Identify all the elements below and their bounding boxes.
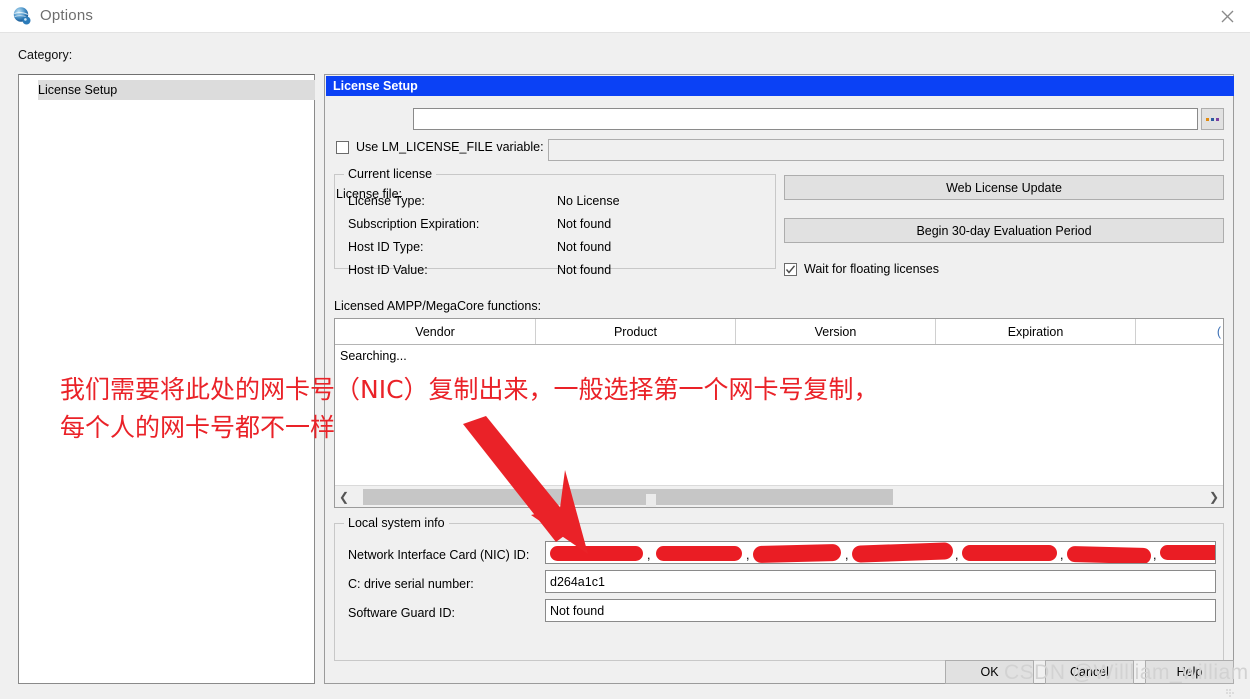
dot-3-icon [1216, 117, 1219, 121]
redaction-blob [962, 545, 1057, 561]
column-header-version[interactable]: Version [736, 319, 936, 344]
panel-title: License Setup [326, 76, 1234, 96]
use-lm-license-file-label: Use LM_LICENSE_FILE variable: [356, 140, 544, 154]
sidebar-item-label: License Setup [38, 83, 118, 97]
wait-floating-licenses-row[interactable]: Wait for floating licenses [784, 262, 939, 276]
subscription-expiration-value: Not found [557, 217, 612, 231]
scrollbar-grip [646, 493, 656, 507]
software-guard-id-input[interactable]: Not found [545, 599, 1216, 622]
chevron-right-icon[interactable]: ❯ [1205, 490, 1223, 504]
redaction-blob [550, 546, 643, 561]
wait-floating-licenses-checkbox[interactable] [784, 262, 797, 276]
software-guard-id-label: Software Guard ID: [348, 606, 455, 620]
window-title: Options [40, 7, 94, 24]
column-header-expiration[interactable]: Expiration [936, 319, 1136, 344]
begin-evaluation-button[interactable]: Begin 30-day Evaluation Period [784, 218, 1224, 243]
redaction-blob [851, 542, 954, 563]
licensed-functions-table[interactable]: Vendor Product Version Expiration ( Sear… [334, 318, 1224, 508]
license-file-input[interactable] [413, 108, 1198, 130]
use-lm-license-file-checkbox-row[interactable]: Use LM_LICENSE_FILE variable: [336, 140, 544, 154]
title-bar: Options [0, 0, 1250, 33]
csdn-watermark: CSDN @Willliam_william [1004, 661, 1249, 684]
redaction-blob [656, 546, 742, 561]
nic-separator: , [746, 548, 750, 562]
column-header-partial[interactable]: ( [1136, 319, 1223, 344]
use-lm-license-file-checkbox[interactable] [336, 140, 349, 154]
table-header-row: Vendor Product Version Expiration ( [335, 319, 1223, 345]
subscription-expiration-label: Subscription Expiration: [348, 217, 480, 231]
license-type-label: License Type: [348, 194, 425, 208]
quartus-globe-icon [12, 6, 32, 26]
web-license-update-label: Web License Update [946, 180, 1062, 195]
annotation-line-2: 每个人的网卡号都不一样 [60, 413, 336, 442]
web-license-update-button[interactable]: Web License Update [784, 175, 1224, 200]
column-header-product[interactable]: Product [536, 319, 736, 344]
redaction-blob [752, 543, 842, 563]
begin-evaluation-label: Begin 30-day Evaluation Period [916, 223, 1092, 238]
license-type-value: No License [557, 194, 620, 208]
local-system-info-title: Local system info [344, 516, 449, 530]
sidebar-item-license-setup[interactable]: License Setup [38, 80, 315, 100]
host-id-type-label: Host ID Type: [348, 240, 424, 254]
watermark-dots-icon [1226, 684, 1234, 697]
redaction-blob [1066, 545, 1152, 563]
nic-id-input[interactable]: , , , , , , [545, 541, 1216, 564]
nic-separator: , [1153, 548, 1157, 562]
wait-floating-licenses-label: Wait for floating licenses [804, 262, 940, 276]
column-header-vendor[interactable]: Vendor [335, 319, 536, 344]
table-horizontal-scrollbar[interactable]: ❮ ❯ [335, 485, 1223, 507]
nic-separator: , [845, 548, 849, 562]
host-id-value-label: Host ID Value: [348, 263, 428, 277]
c-drive-serial-input[interactable]: d264a1c1 [545, 570, 1216, 593]
c-drive-serial-label: C: drive serial number: [348, 577, 474, 591]
nic-separator: , [647, 548, 651, 562]
current-license-title: Current license [344, 167, 437, 181]
host-id-value-value: Not found [557, 263, 612, 277]
lm-license-file-input[interactable] [548, 139, 1224, 161]
nic-id-label: Network Interface Card (NIC) ID: [348, 548, 530, 562]
dot-2-icon [1211, 117, 1214, 121]
annotation-line-1: 我们需要将此处的网卡号（NIC）复制出来，一般选择第一个网卡号复制， [60, 375, 879, 404]
table-status-text: Searching... [340, 349, 407, 363]
options-dialog: Options Category: License Setup License … [0, 0, 1250, 699]
ok-label: OK [980, 665, 999, 679]
dot-1-icon [1206, 117, 1209, 121]
scrollbar-thumb[interactable] [363, 488, 893, 507]
category-label: Category: [18, 48, 73, 62]
host-id-type-value: Not found [557, 240, 612, 254]
chevron-left-icon[interactable]: ❮ [335, 490, 353, 504]
browse-license-file-button[interactable] [1201, 108, 1224, 130]
close-icon[interactable] [1204, 0, 1250, 32]
scrollbar-track[interactable] [353, 486, 1205, 508]
nic-separator: , [955, 548, 959, 562]
local-system-info-group: Local system info Network Interface Card… [334, 516, 1224, 661]
licensed-functions-label: Licensed AMPP/MegaCore functions: [334, 299, 542, 313]
redaction-blob [1160, 545, 1215, 560]
current-license-group: Current license License Type: No License… [334, 167, 776, 277]
nic-separator: , [1060, 548, 1064, 562]
